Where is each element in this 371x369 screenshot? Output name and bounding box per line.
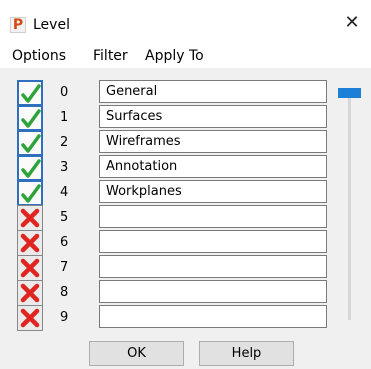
- red-cross-icon: [20, 233, 40, 253]
- green-check-icon: [21, 84, 41, 103]
- level-number: 1: [60, 110, 69, 125]
- level-toggle-0[interactable]: [17, 80, 43, 106]
- level-row: 2: [0, 130, 340, 156]
- green-check-icon: [21, 134, 41, 153]
- level-toggle-7[interactable]: [17, 255, 43, 281]
- level-number: 3: [60, 160, 69, 175]
- title-bar: P Level ✕: [0, 0, 371, 40]
- red-cross-icon: [20, 258, 40, 278]
- level-name-field-8[interactable]: [99, 280, 327, 303]
- level-name-field-6[interactable]: [99, 230, 327, 253]
- red-cross-icon: [20, 283, 40, 303]
- red-cross-icon: [20, 308, 40, 328]
- level-name-field-2[interactable]: [99, 130, 327, 153]
- level-dialog: P Level ✕ Options Filter Apply To 0 1 2 …: [0, 0, 371, 369]
- menu-options[interactable]: Options: [12, 48, 66, 64]
- level-name-field-3[interactable]: [99, 155, 327, 178]
- level-row: 5: [0, 205, 340, 231]
- level-slider-track[interactable]: [348, 94, 351, 320]
- red-cross-icon: [20, 208, 40, 228]
- level-toggle-5[interactable]: [17, 205, 43, 231]
- ok-button[interactable]: OK: [89, 341, 184, 366]
- level-row: 8: [0, 280, 340, 306]
- level-number: 8: [60, 285, 69, 300]
- level-toggle-4[interactable]: [17, 180, 43, 206]
- green-check-icon: [21, 159, 41, 178]
- level-toggle-9[interactable]: [17, 305, 43, 331]
- level-number: 5: [60, 210, 69, 225]
- level-name-field-4[interactable]: [99, 180, 327, 203]
- level-name-field-9[interactable]: [99, 305, 327, 328]
- close-button[interactable]: ✕: [341, 12, 363, 34]
- level-row: 7: [0, 255, 340, 281]
- level-row: 9: [0, 305, 340, 331]
- level-name-field-1[interactable]: [99, 105, 327, 128]
- level-toggle-6[interactable]: [17, 230, 43, 256]
- level-toggle-2[interactable]: [17, 130, 43, 156]
- level-toggle-1[interactable]: [17, 105, 43, 131]
- level-name-field-7[interactable]: [99, 255, 327, 278]
- menu-filter[interactable]: Filter: [93, 48, 128, 64]
- app-icon: P: [10, 17, 26, 33]
- level-number: 4: [60, 185, 69, 200]
- level-toggle-3[interactable]: [17, 155, 43, 181]
- menu-apply-to[interactable]: Apply To: [145, 48, 204, 64]
- level-number: 6: [60, 235, 69, 250]
- level-name-field-0[interactable]: [99, 80, 327, 103]
- window-title: Level: [33, 17, 70, 33]
- help-button[interactable]: Help: [199, 341, 294, 366]
- level-slider-thumb[interactable]: [338, 88, 361, 98]
- level-toggle-8[interactable]: [17, 280, 43, 306]
- level-row: 6: [0, 230, 340, 256]
- level-name-field-5[interactable]: [99, 205, 327, 228]
- level-number: 7: [60, 260, 69, 275]
- level-row: 0: [0, 80, 340, 106]
- level-row: 4: [0, 180, 340, 206]
- level-number: 9: [60, 310, 69, 325]
- level-number: 2: [60, 135, 69, 150]
- level-number: 0: [60, 85, 69, 100]
- green-check-icon: [21, 184, 41, 203]
- level-row: 3: [0, 155, 340, 181]
- green-check-icon: [21, 109, 41, 128]
- menu-bar: Options Filter Apply To: [0, 40, 371, 68]
- level-row: 1: [0, 105, 340, 131]
